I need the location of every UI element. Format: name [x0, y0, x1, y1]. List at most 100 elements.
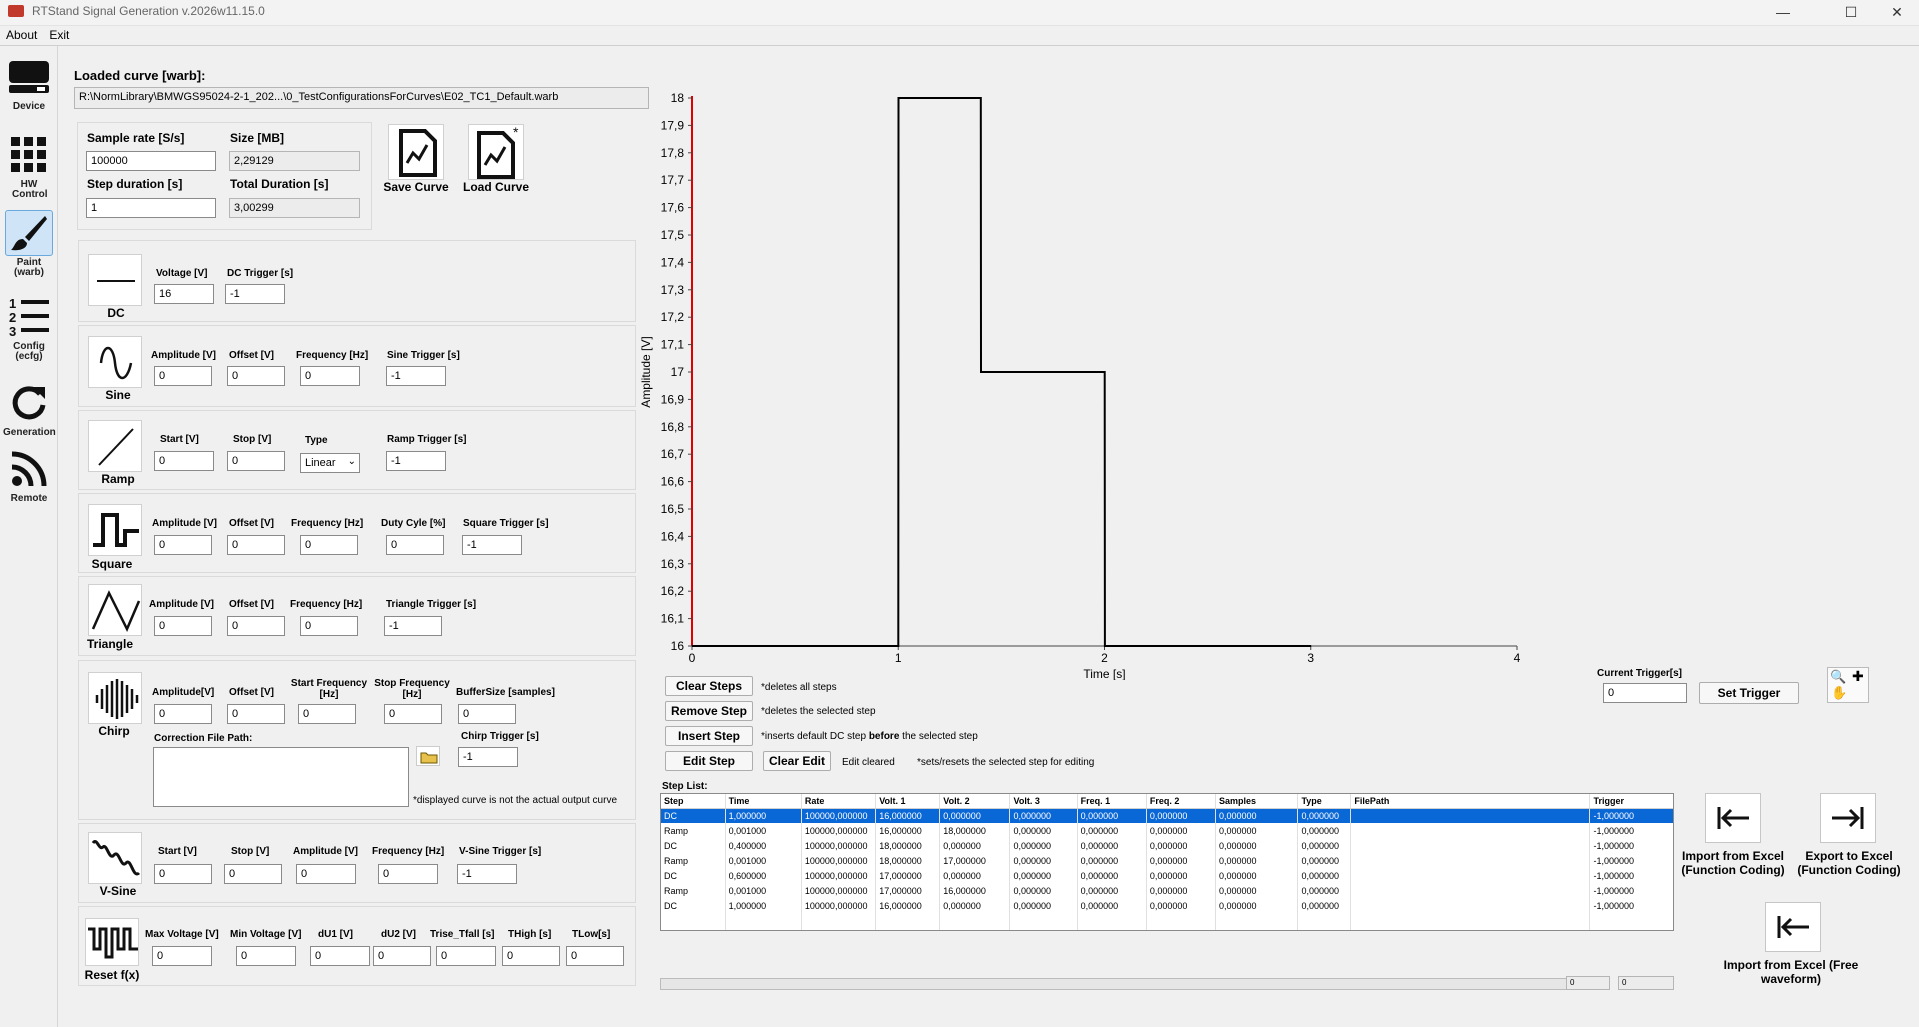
sine-trigger-input[interactable]: -1: [386, 366, 446, 386]
import-excel-fw-button[interactable]: [1765, 902, 1821, 952]
chirp-correction-path-input[interactable]: [153, 747, 409, 807]
column-header[interactable]: Volt. 2: [939, 794, 1011, 809]
triangle-amplitude-input[interactable]: 0: [154, 616, 212, 636]
reset-du1-input[interactable]: 0: [310, 946, 370, 966]
sine-offset-input[interactable]: 0: [227, 366, 285, 386]
column-header[interactable]: Type: [1297, 794, 1352, 809]
ramp-trigger-input[interactable]: -1: [386, 451, 446, 471]
clear-steps-button[interactable]: Clear Steps: [665, 676, 753, 696]
table-row[interactable]: Ramp 0,001000 100000,000000 17,000000 16,000…: [661, 883, 1673, 898]
reset-trise-input[interactable]: 0: [436, 946, 496, 966]
import-excel-fc-button[interactable]: [1705, 793, 1761, 843]
dc-button[interactable]: [88, 254, 142, 306]
square-amplitude-input[interactable]: 0: [154, 535, 212, 555]
vsine-stop-input[interactable]: 0: [224, 864, 282, 884]
browse-folder-button[interactable]: [416, 746, 440, 766]
vsine-start-input[interactable]: 0: [154, 864, 212, 884]
table-cell: 100000,000000: [801, 853, 877, 868]
ramp-type-select[interactable]: Linear ⌄: [300, 453, 360, 473]
minimize-button[interactable]: —: [1760, 0, 1806, 26]
amplitude-chart[interactable]: 16 16,1 16,2 16,3 16,4 16,5 16,6 16,7 16,8 16,9 17…: [632, 80, 1912, 680]
maximize-button[interactable]: ☐: [1828, 0, 1874, 26]
menu-exit[interactable]: Exit: [43, 26, 75, 44]
triangle-button[interactable]: [88, 584, 142, 636]
close-button[interactable]: ✕: [1874, 0, 1919, 26]
chirp-buffer-input[interactable]: 0: [458, 704, 516, 724]
load-curve-button[interactable]: *: [468, 124, 524, 180]
save-curve-button[interactable]: [388, 124, 444, 180]
square-frequency-input[interactable]: 0: [300, 535, 358, 555]
remove-step-button[interactable]: Remove Step: [665, 701, 753, 721]
sine-trigger-label: Sine Trigger [s]: [387, 350, 460, 361]
ramp-start-input[interactable]: 0: [154, 451, 214, 471]
column-header[interactable]: Time: [725, 794, 802, 809]
column-header[interactable]: Step: [661, 794, 726, 809]
column-header[interactable]: Volt. 3: [1009, 794, 1078, 809]
dc-voltage-input[interactable]: 16: [154, 284, 214, 304]
reset-min-voltage-input[interactable]: 0: [236, 946, 296, 966]
square-trigger-input[interactable]: -1: [462, 535, 522, 555]
triangle-offset-input[interactable]: 0: [227, 616, 285, 636]
vsine-trigger-input[interactable]: -1: [457, 864, 517, 884]
ramp-button[interactable]: [88, 420, 142, 472]
set-trigger-button[interactable]: Set Trigger: [1699, 682, 1799, 704]
sidebar-item-hw-control[interactable]: HW Control: [3, 132, 55, 200]
menu-about[interactable]: About: [0, 26, 43, 44]
table-row[interactable]: Ramp 0,001000 100000,000000 16,000000 18,000…: [661, 823, 1673, 838]
column-header[interactable]: Volt. 1: [875, 794, 941, 809]
sidebar-item-config[interactable]: 123 Config (ecfg): [3, 294, 55, 362]
table-row[interactable]: DC 1,000000 100000,000000 16,000000 0,000000…: [661, 808, 1673, 823]
sine-amplitude-input[interactable]: 0: [154, 366, 212, 386]
square-duty-input[interactable]: 0: [386, 535, 444, 555]
table-cell: [1350, 913, 1591, 928]
column-header[interactable]: Freq. 2: [1146, 794, 1217, 809]
triangle-trigger-input[interactable]: -1: [384, 616, 442, 636]
export-excel-fc-button[interactable]: [1820, 793, 1876, 843]
insert-step-button[interactable]: Insert Step: [665, 726, 753, 746]
reset-du2-input[interactable]: 0: [373, 946, 431, 966]
current-trigger-input[interactable]: 0: [1603, 683, 1687, 703]
table-row[interactable]: DC 1,000000 100000,000000 16,000000 0,000000…: [661, 898, 1673, 913]
column-header[interactable]: Trigger: [1589, 794, 1673, 809]
square-offset-input[interactable]: 0: [227, 535, 285, 555]
table-row[interactable]: DC 0,400000 100000,000000 18,000000 0,000000…: [661, 838, 1673, 853]
chirp-start-frequency-input[interactable]: 0: [298, 704, 356, 724]
clear-edit-button[interactable]: Clear Edit: [763, 751, 831, 771]
column-header[interactable]: Rate: [801, 794, 877, 809]
hand-icon[interactable]: ✋: [1831, 685, 1847, 701]
table-row[interactable]: Ramp 0,001000 100000,000000 18,000000 17,000…: [661, 853, 1673, 868]
sine-frequency-input[interactable]: 0: [300, 366, 360, 386]
column-header[interactable]: FilePath: [1350, 794, 1591, 809]
chirp-trigger-input[interactable]: -1: [458, 747, 518, 767]
dc-trigger-input[interactable]: -1: [225, 284, 285, 304]
sine-button[interactable]: [88, 336, 142, 388]
plus-icon[interactable]: ✚: [1852, 668, 1864, 685]
step-list-table[interactable]: Step Time Rate Volt. 1 Volt. 2 Volt. 3 Freq. 1…: [660, 793, 1674, 931]
ramp-stop-input[interactable]: 0: [227, 451, 285, 471]
table-row[interactable]: DC 0,600000 100000,000000 17,000000 0,000000…: [661, 868, 1673, 883]
sidebar-item-generation[interactable]: Generation: [3, 380, 56, 438]
sample-rate-input[interactable]: 100000: [86, 151, 216, 171]
chirp-amplitude-input[interactable]: 0: [154, 704, 212, 724]
sidebar-item-device[interactable]: Device: [3, 54, 55, 112]
reset-tlow-input[interactable]: 0: [566, 946, 624, 966]
reset-button[interactable]: [85, 918, 139, 966]
sidebar-item-remote[interactable]: Remote: [3, 446, 55, 504]
vsine-button[interactable]: [88, 832, 142, 884]
step-duration-input[interactable]: 1: [86, 198, 216, 218]
square-button[interactable]: [88, 504, 142, 556]
triangle-frequency-input[interactable]: 0: [300, 616, 358, 636]
column-header[interactable]: Samples: [1215, 794, 1299, 809]
vsine-amplitude-input[interactable]: 0: [296, 864, 356, 884]
zoom-icon[interactable]: 🔍: [1830, 669, 1846, 685]
edit-step-button[interactable]: Edit Step: [665, 751, 753, 771]
table-cell: DC: [661, 868, 726, 883]
column-header[interactable]: Freq. 1: [1077, 794, 1147, 809]
vsine-frequency-input[interactable]: 0: [378, 864, 438, 884]
sidebar-item-paint[interactable]: Paint (warb): [3, 210, 55, 278]
reset-max-voltage-input[interactable]: 0: [152, 946, 212, 966]
chirp-offset-input[interactable]: 0: [227, 704, 285, 724]
reset-thigh-input[interactable]: 0: [502, 946, 560, 966]
chirp-stop-frequency-input[interactable]: 0: [384, 704, 442, 724]
chirp-button[interactable]: [88, 672, 142, 724]
